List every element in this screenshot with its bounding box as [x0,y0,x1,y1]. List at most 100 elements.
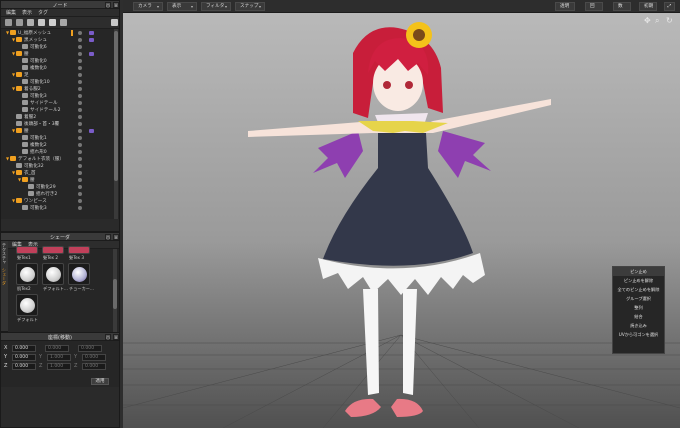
visibility-icon[interactable] [78,191,82,196]
tree-node[interactable]: 可動化1 [1,134,119,141]
shader-thumb-default[interactable] [42,263,64,285]
visibility-icon[interactable] [78,149,82,154]
visibility-icon[interactable] [78,142,82,147]
visibility-icon[interactable] [78,198,82,203]
panel-close-icon[interactable]: × [113,334,119,340]
scale-y-field[interactable]: 1.000 [47,353,71,361]
tree-node[interactable]: ▼ デフォルト衣装（服） [1,155,119,162]
tree-node[interactable]: サイドテール [1,99,119,106]
panel-pin-icon[interactable]: ◻ [105,2,111,8]
3d-viewport[interactable]: ✥ ⌕ ↻ [123,13,680,428]
panel-pin-icon[interactable]: ◻ [105,234,111,240]
visibility-icon[interactable] [78,114,82,119]
tab-texture[interactable]: テクスチャ [1,241,7,266]
shader-scroll-thumb[interactable] [113,279,117,309]
menu-view[interactable]: 表示 [22,9,32,16]
rotation-x-field[interactable]: 0.000 [78,344,102,352]
tree-node[interactable]: ▼ ワンピース [1,197,119,204]
visibility-icon[interactable] [78,156,82,161]
menu-edit[interactable]: 編集 [6,9,16,16]
context-menu-item[interactable]: 整列 [613,303,664,312]
rotation-z-field[interactable]: 0.000 [82,362,106,370]
tree-scroll-thumb[interactable] [114,31,118,181]
context-menu-item[interactable]: 焼き込み [613,321,664,330]
panel-pin-icon[interactable]: ◻ [105,334,111,340]
position-x-field[interactable]: 0.000 [12,344,36,352]
tree-node[interactable]: ▼ 黒メッシュ [1,36,119,43]
visibility-icon[interactable] [78,65,82,70]
visibility-icon[interactable] [78,121,82,126]
visibility-icon[interactable] [78,135,82,140]
node-icon[interactable] [49,19,56,26]
position-y-field[interactable]: 0.000 [12,353,36,361]
tree-node[interactable]: 可動化10 [1,78,119,85]
panel-close-icon[interactable]: × [113,234,119,240]
tree-node[interactable]: 可動化29 [1,183,119,190]
tree-node[interactable]: ▼ 腰 [1,176,119,183]
display-dropdown[interactable]: 表示 ▾ [167,2,197,11]
add-node-icon[interactable] [38,19,45,26]
visibility-icon[interactable] [78,205,82,210]
shader-scrollbar[interactable] [113,249,117,333]
menu-tag[interactable]: タグ [38,9,48,16]
transparent-button[interactable]: 透明 [555,2,575,11]
tree-node[interactable]: ▼ 腰 [1,127,119,134]
tree-node[interactable]: 可動化32 [1,162,119,169]
view-gizmo-icon[interactable]: ✥ ⌕ ↻ [644,16,673,25]
tree-node[interactable]: 可動化3 [1,204,119,211]
tree-node[interactable]: 複数化2 [1,141,119,148]
shader-thumb-choker[interactable] [68,263,90,285]
context-menu-item[interactable]: ピン止め [613,267,664,276]
count-button[interactable]: 数 [613,2,631,11]
tree-scrollbar[interactable] [114,29,118,219]
tree-node[interactable]: ▼ 着る服2 [1,85,119,92]
visibility-icon[interactable] [78,72,82,77]
tree-node[interactable]: 可動化3 [1,92,119,99]
visibility-icon[interactable] [78,51,82,56]
snap-dropdown[interactable]: スナップ ▾ [235,2,265,11]
shader-thumb-hair2[interactable] [42,246,64,254]
tree-node[interactable]: 揺れ行き2 [1,190,119,197]
filter-dropdown[interactable]: フィルタ ▾ [201,2,231,11]
visibility-icon[interactable] [78,170,82,175]
context-menu-item[interactable]: UVから可ゴンを選択 [613,330,664,339]
camera-dropdown[interactable]: カメラ ▾ [133,2,163,11]
shader-thumb-hair3[interactable] [68,246,90,254]
visibility-icon[interactable] [78,128,82,133]
position-z-field[interactable]: 0.000 [12,362,36,370]
context-menu-item[interactable]: ピン止めを解除 [613,276,664,285]
shader-thumb-hair1[interactable] [16,246,38,254]
tree-node[interactable]: ▼ 衣_首 [1,169,119,176]
visibility-icon[interactable] [78,58,82,63]
tree-node[interactable]: 揺れ形0 [1,148,119,155]
visibility-icon[interactable] [78,184,82,189]
mesh-icon[interactable] [60,19,67,26]
tree-node[interactable]: ▼ 腰 [1,50,119,57]
tree-node[interactable]: 後頭部・首・3覆 [1,120,119,127]
visibility-icon[interactable] [78,79,82,84]
visibility-icon[interactable] [78,93,82,98]
visibility-icon[interactable] [78,86,82,91]
apply-button[interactable]: 適用 [91,378,109,385]
visibility-icon[interactable] [78,107,82,112]
shader-thumb-skin[interactable] [16,263,38,285]
expand-icon[interactable] [16,19,23,26]
tree-node[interactable]: 可動化6 [1,43,119,50]
tree-node[interactable]: 着服2 [1,113,119,120]
rotate-button[interactable]: 回 [585,2,603,11]
visibility-icon[interactable] [78,30,82,35]
scale-z-field[interactable]: 1.000 [47,362,71,370]
context-menu-item[interactable]: グループ選択 [613,294,664,303]
visibility-icon[interactable] [78,100,82,105]
rotation-y-field[interactable]: 0.000 [82,353,106,361]
tree-node[interactable]: ▼ U_福原メッシュ [1,29,119,36]
tree-node[interactable]: 可動化0 [1,57,119,64]
context-menu-item[interactable]: 結合 [613,312,664,321]
link-icon[interactable] [27,19,34,26]
collapse-icon[interactable] [5,19,12,26]
tree-node[interactable]: ▼ 足 [1,71,119,78]
delete-icon[interactable] [111,19,118,26]
visibility-icon[interactable] [78,163,82,168]
panel-close-icon[interactable]: × [113,2,119,8]
context-menu-item[interactable]: 全てのピン止めを解除 [613,285,664,294]
